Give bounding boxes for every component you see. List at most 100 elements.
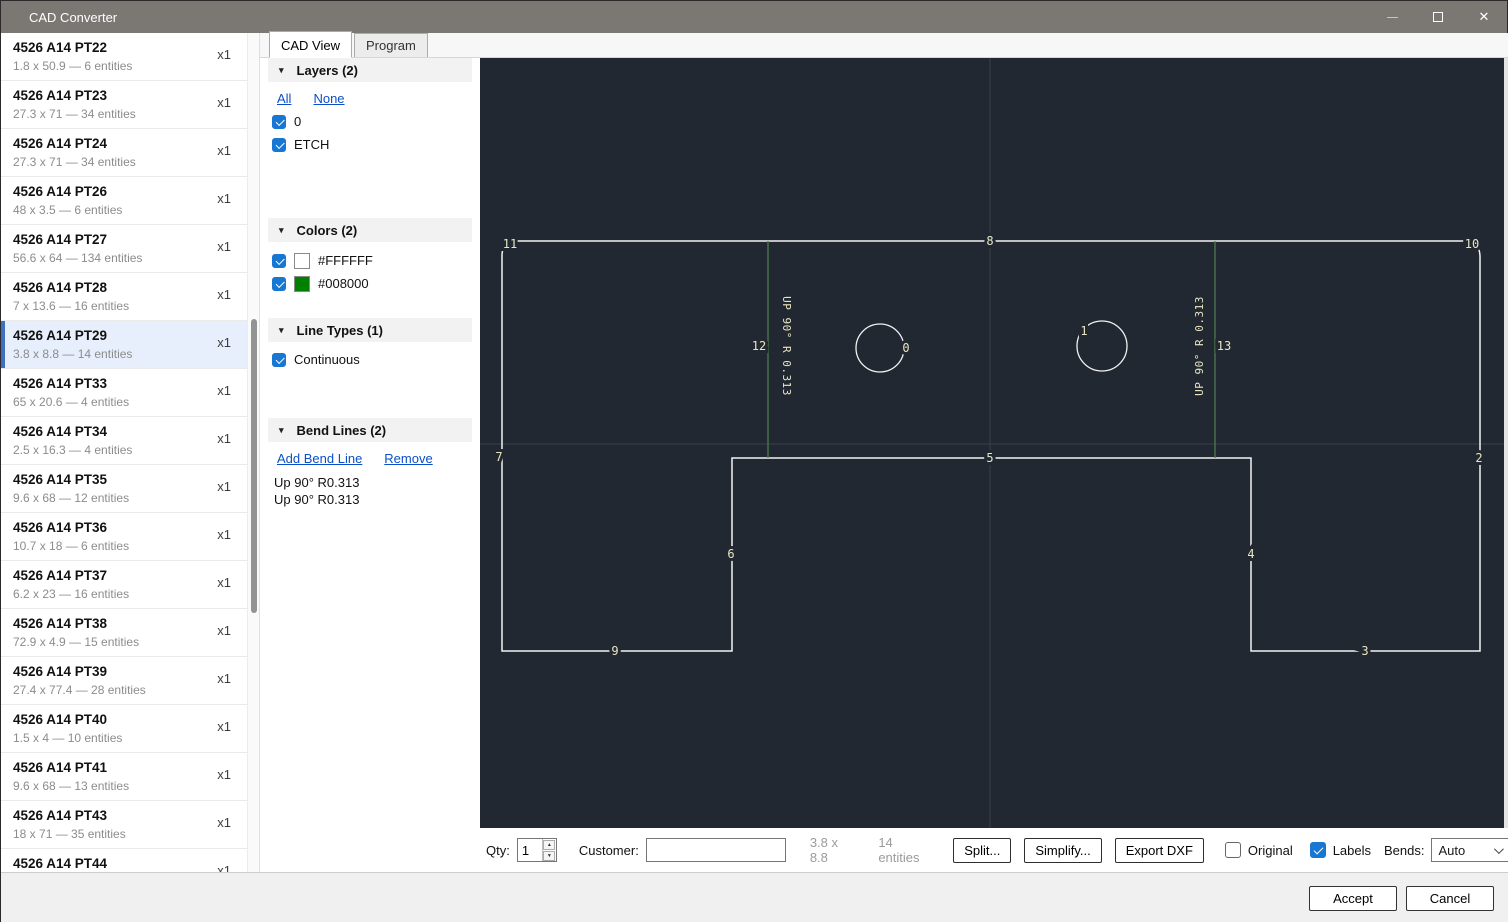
- cad-drawing: UP 90° R 0.313 UP 90° R 0.313 0 1 2 3 4 …: [480, 58, 1504, 828]
- parts-list: 4526 A14 PT22 1.8 x 50.9 — 6 entities x1…: [1, 33, 247, 872]
- tabstrip: CAD View Program: [260, 33, 1508, 58]
- cad-canvas[interactable]: UP 90° R 0.313 UP 90° R 0.313 0 1 2 3 4 …: [480, 58, 1508, 828]
- layers-all-link[interactable]: All: [277, 91, 291, 106]
- accept-button[interactable]: Accept: [1309, 886, 1397, 911]
- part-subtitle: 72.9 x 4.9 — 15 entities: [13, 635, 235, 649]
- original-checkbox[interactable]: [1225, 842, 1241, 858]
- customer-input[interactable]: [646, 838, 786, 862]
- parts-sidebar: 4526 A14 PT22 1.8 x 50.9 — 6 entities x1…: [1, 33, 259, 872]
- labels-checkbox[interactable]: [1310, 842, 1326, 858]
- export-dxf-button[interactable]: Export DXF: [1115, 838, 1204, 863]
- layer-etch-checkbox[interactable]: [272, 138, 286, 152]
- part-list-item[interactable]: 4526 A14 PT38 72.9 x 4.9 — 15 entities x…: [1, 609, 247, 657]
- continuous-checkbox[interactable]: [272, 353, 286, 367]
- part-title: 4526 A14 PT40: [13, 712, 235, 727]
- remove-bend-line-link[interactable]: Remove: [384, 451, 432, 466]
- part-list-item[interactable]: 4526 A14 PT37 6.2 x 23 — 16 entities x1: [1, 561, 247, 609]
- color-green-label: #008000: [318, 276, 369, 291]
- bend-line-item[interactable]: Up 90° R0.313: [274, 492, 480, 507]
- sidebar-scrollbar-thumb[interactable]: [251, 319, 257, 613]
- part-qty: x1: [217, 335, 231, 350]
- color-row-white[interactable]: #FFFFFF: [272, 251, 480, 270]
- part-list-item[interactable]: 4526 A14 PT41 9.6 x 68 — 13 entities x1: [1, 753, 247, 801]
- part-qty: x1: [217, 47, 231, 62]
- part-qty: x1: [217, 671, 231, 686]
- part-list-item[interactable]: 4526 A14 PT23 27.3 x 71 — 34 entities x1: [1, 81, 247, 129]
- colors-title: Colors (2): [297, 223, 358, 238]
- hole-circle-0: [856, 324, 904, 372]
- continuous-label: Continuous: [294, 352, 360, 367]
- layer-row-0[interactable]: 0: [272, 112, 480, 131]
- layer-0-checkbox[interactable]: [272, 115, 286, 129]
- part-list-item[interactable]: 4526 A14 PT29 3.8 x 8.8 — 14 entities x1: [1, 321, 247, 369]
- close-button[interactable]: ✕: [1461, 1, 1507, 33]
- part-list-item[interactable]: 4526 A14 PT27 56.6 x 64 — 134 entities x…: [1, 225, 247, 273]
- sidebar-scrollbar[interactable]: [247, 33, 259, 872]
- part-list-item[interactable]: 4526 A14 PT39 27.4 x 77.4 — 28 entities …: [1, 657, 247, 705]
- line-type-row[interactable]: Continuous: [272, 350, 480, 369]
- part-list-item[interactable]: 4526 A14 PT22 1.8 x 50.9 — 6 entities x1: [1, 33, 247, 81]
- layers-header[interactable]: ▾ Layers (2): [268, 58, 472, 82]
- part-list-item[interactable]: 4526 A14 PT44 x1: [1, 849, 247, 872]
- color-white-checkbox[interactable]: [272, 254, 286, 268]
- bend-lines-header[interactable]: ▾ Bend Lines (2): [268, 418, 472, 442]
- qty-down-button[interactable]: ▼: [543, 851, 555, 861]
- entity-label-4: 4: [1247, 547, 1254, 561]
- original-label: Original: [1248, 843, 1293, 858]
- tab-program[interactable]: Program: [354, 33, 428, 57]
- qty-up-button[interactable]: ▲: [543, 840, 555, 850]
- part-list-item[interactable]: 4526 A14 PT24 27.3 x 71 — 34 entities x1: [1, 129, 247, 177]
- cancel-button[interactable]: Cancel: [1406, 886, 1494, 911]
- layers-none-link[interactable]: None: [313, 91, 344, 106]
- part-outline: [502, 241, 1480, 651]
- part-list-item[interactable]: 4526 A14 PT33 65 x 20.6 — 4 entities x1: [1, 369, 247, 417]
- color-row-green[interactable]: #008000: [272, 274, 480, 293]
- color-white-label: #FFFFFF: [318, 253, 373, 268]
- simplify-button[interactable]: Simplify...: [1024, 838, 1101, 863]
- tab-cad-view[interactable]: CAD View: [269, 31, 352, 58]
- caret-down-icon: ▾: [279, 425, 284, 436]
- split-button[interactable]: Split...: [953, 838, 1011, 863]
- titlebar: CAD Converter ✕: [1, 1, 1507, 33]
- part-list-item[interactable]: 4526 A14 PT40 1.5 x 4 — 10 entities x1: [1, 705, 247, 753]
- part-title: 4526 A14 PT27: [13, 232, 235, 247]
- color-green-checkbox[interactable]: [272, 277, 286, 291]
- entity-label-5: 5: [986, 451, 993, 465]
- part-qty: x1: [217, 575, 231, 590]
- minimize-button[interactable]: [1369, 1, 1415, 33]
- part-subtitle: 3.8 x 8.8 — 14 entities: [13, 347, 235, 361]
- part-qty: x1: [217, 239, 231, 254]
- part-list-item[interactable]: 4526 A14 PT28 7 x 13.6 — 16 entities x1: [1, 273, 247, 321]
- window-title: CAD Converter: [29, 10, 117, 25]
- part-qty: x1: [217, 143, 231, 158]
- part-qty: x1: [217, 863, 231, 872]
- layers-section: ▾ Layers (2) All None 0 ETCH: [260, 58, 480, 154]
- part-subtitle: 10.7 x 18 — 6 entities: [13, 539, 235, 553]
- colors-section: ▾ Colors (2) #FFFFFF #008000: [260, 218, 480, 293]
- entity-label-9: 9: [611, 644, 618, 658]
- part-list-item[interactable]: 4526 A14 PT36 10.7 x 18 — 6 entities x1: [1, 513, 247, 561]
- colors-header[interactable]: ▾ Colors (2): [268, 218, 472, 242]
- part-subtitle: 27.4 x 77.4 — 28 entities: [13, 683, 235, 697]
- part-qty: x1: [217, 95, 231, 110]
- part-qty: x1: [217, 527, 231, 542]
- part-list-item[interactable]: 4526 A14 PT43 18 x 71 — 35 entities x1: [1, 801, 247, 849]
- add-bend-line-link[interactable]: Add Bend Line: [277, 451, 362, 466]
- bend-line-item[interactable]: Up 90° R0.313: [274, 475, 480, 490]
- part-subtitle: 1.5 x 4 — 10 entities: [13, 731, 235, 745]
- part-list-item[interactable]: 4526 A14 PT35 9.6 x 68 — 12 entities x1: [1, 465, 247, 513]
- maximize-button[interactable]: [1415, 1, 1461, 33]
- part-title: 4526 A14 PT28: [13, 280, 235, 295]
- line-types-header[interactable]: ▾ Line Types (1): [268, 318, 472, 342]
- quantity-stepper[interactable]: ▲ ▼: [517, 838, 557, 862]
- part-qty: x1: [217, 479, 231, 494]
- part-title: 4526 A14 PT37: [13, 568, 235, 583]
- layer-0-label: 0: [294, 114, 301, 129]
- layer-row-etch[interactable]: ETCH: [272, 135, 480, 154]
- part-subtitle: 27.3 x 71 — 34 entities: [13, 155, 235, 169]
- canvas-scrollbar[interactable]: [1504, 58, 1508, 828]
- bends-select[interactable]: Auto: [1431, 838, 1508, 862]
- part-list-item[interactable]: 4526 A14 PT34 2.5 x 16.3 — 4 entities x1: [1, 417, 247, 465]
- qty-input[interactable]: [518, 839, 542, 861]
- part-list-item[interactable]: 4526 A14 PT26 48 x 3.5 — 6 entities x1: [1, 177, 247, 225]
